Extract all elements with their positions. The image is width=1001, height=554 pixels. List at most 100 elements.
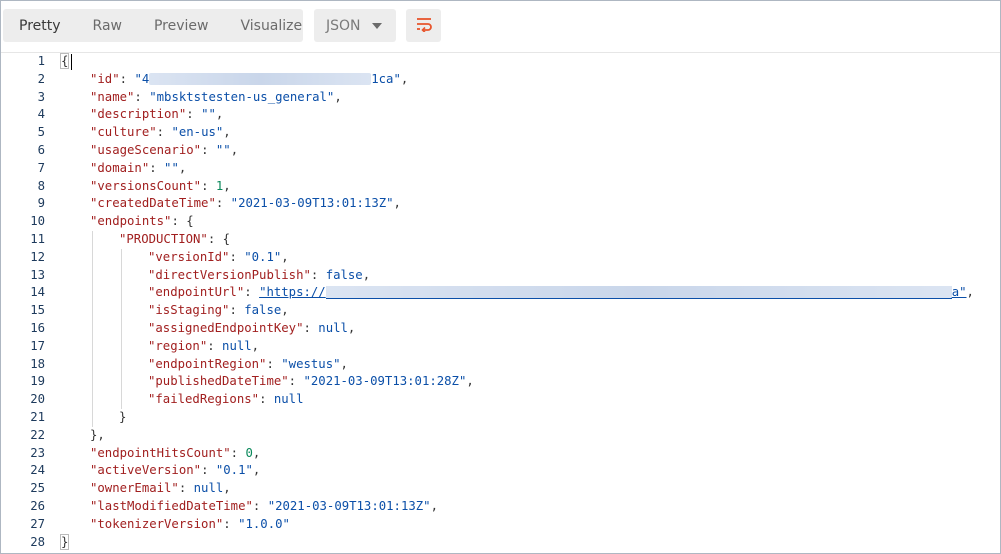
json-value: "" xyxy=(164,160,179,175)
tab-visualize[interactable]: Visualize xyxy=(224,9,318,42)
json-key: "culture" xyxy=(90,125,157,140)
json-bracket: { xyxy=(59,53,70,69)
json-line: } xyxy=(119,409,126,427)
json-value-suffix: 1ca" xyxy=(371,71,401,86)
json-key: "endpoints" xyxy=(90,214,172,229)
json-punctuation: , xyxy=(223,178,231,193)
json-key: "description" xyxy=(90,107,187,122)
line-number: 4 xyxy=(37,107,45,122)
line-number: 28 xyxy=(30,534,45,549)
json-value: null xyxy=(222,338,252,353)
json-key: "versionId" xyxy=(148,249,230,264)
json-value: "westus" xyxy=(281,356,341,371)
json-key: "ownerEmail" xyxy=(90,481,179,496)
json-punctuation: , xyxy=(230,143,239,157)
tab-preview[interactable]: Preview xyxy=(138,9,225,42)
view-mode-tabs: Pretty Raw Preview Visualize xyxy=(3,9,303,42)
json-value: "" xyxy=(215,143,231,157)
json-value: null xyxy=(273,392,304,407)
json-punctuation: , xyxy=(400,71,409,86)
line-number: 12 xyxy=(30,249,45,264)
json-key: "region" xyxy=(148,338,208,353)
json-line: "versionId": "0.1", xyxy=(148,249,289,264)
wrap-lines-button[interactable] xyxy=(406,9,441,42)
json-key: "endpointRegion" xyxy=(148,356,267,371)
json-key: "tokenizerVersion" xyxy=(90,516,224,531)
json-bracket: } xyxy=(59,533,70,550)
line-number: 8 xyxy=(37,178,45,193)
json-value: false xyxy=(325,267,363,282)
json-line: "region": null, xyxy=(148,338,260,353)
json-value: "en-us" xyxy=(171,125,224,140)
json-line: "failedRegions": null xyxy=(148,392,304,407)
json-line: } xyxy=(59,533,70,552)
line-number: 3 xyxy=(37,89,45,104)
line-number: 17 xyxy=(30,338,45,353)
json-key: "domain" xyxy=(90,160,150,175)
json-value: { xyxy=(186,214,194,229)
json-value: 0 xyxy=(245,445,253,460)
json-line: "culture": "en-us", xyxy=(90,125,231,140)
json-line: "assignedEndpointKey": null, xyxy=(148,321,356,335)
json-key: "publishedDateTime" xyxy=(148,374,289,389)
text-cursor xyxy=(71,54,72,70)
json-punctuation: , xyxy=(466,374,474,389)
tab-pretty[interactable]: Pretty xyxy=(3,9,77,42)
chevron-down-icon xyxy=(372,22,382,29)
json-value: "2021-03-09T13:01:13Z" xyxy=(267,499,431,513)
line-number: 23 xyxy=(30,445,45,460)
format-dropdown[interactable]: JSON xyxy=(314,9,396,42)
json-key: "createdDateTime" xyxy=(90,196,216,211)
json-line: "ownerEmail": null, xyxy=(90,481,231,496)
line-number: 26 xyxy=(30,499,45,513)
json-punctuation: , xyxy=(362,267,371,282)
json-key: "endpointHitsCount" xyxy=(90,445,231,460)
json-key: "name" xyxy=(90,89,135,104)
json-line: "PRODUCTION": { xyxy=(119,232,231,246)
json-value[interactable]: "https:// xyxy=(259,285,326,299)
json-key: "isStaging" xyxy=(148,303,230,318)
json-key: "PRODUCTION" xyxy=(119,232,208,246)
response-toolbar: Pretty Raw Preview Visualize JSON xyxy=(1,1,1000,51)
json-key: "id" xyxy=(90,71,120,86)
json-line: "publishedDateTime": "2021-03-09T13:01:2… xyxy=(148,374,474,389)
format-dropdown-label: JSON xyxy=(326,17,361,34)
json-line: "usageScenario": "", xyxy=(90,143,239,157)
line-number: 21 xyxy=(30,410,45,424)
line-number: 10 xyxy=(30,214,45,229)
json-line: "endpointHitsCount": 0, xyxy=(90,445,261,460)
json-punctuation: , xyxy=(393,196,401,211)
json-line: "isStaging": false, xyxy=(148,303,289,318)
json-line: "name": "mbsktstesten-us_general", xyxy=(90,89,342,104)
json-value: { xyxy=(222,232,231,246)
json-line: "activeVersion": "0.1", xyxy=(90,463,261,478)
line-number: 9 xyxy=(37,196,45,211)
json-value: "mbsktstesten-us_general" xyxy=(149,89,335,104)
tab-raw[interactable]: Raw xyxy=(77,9,138,42)
json-punctuation: , xyxy=(223,481,231,496)
json-punctuation: , xyxy=(97,427,105,442)
line-number: 15 xyxy=(30,303,45,318)
json-line: "description": "", xyxy=(90,107,224,122)
json-key: "lastModifiedDateTime" xyxy=(90,499,253,513)
json-line: "endpointUrl": "https://a", xyxy=(148,285,974,300)
json-key: "usageScenario" xyxy=(90,143,202,157)
line-number: 2 xyxy=(37,71,45,86)
json-value: "0.1" xyxy=(215,463,253,478)
wrap-lines-icon xyxy=(415,16,433,36)
json-punctuation: , xyxy=(340,356,348,371)
json-punctuation: , xyxy=(334,89,342,104)
json-line: "tokenizerVersion": "1.0.0" xyxy=(90,516,290,531)
line-number: 11 xyxy=(30,232,45,246)
json-punctuation: , xyxy=(281,303,289,318)
line-number: 20 xyxy=(30,392,45,407)
json-line: "versionsCount": 1, xyxy=(90,178,231,193)
line-number: 16 xyxy=(30,321,45,335)
json-editor[interactable]: 1 2 3 4 5 6 7 8 9 10 11 12 13 14 15 16 17 18 19 20 21 22 23 24 2… xyxy=(1,53,1000,553)
json-key: "directVersionPublish" xyxy=(148,267,311,282)
json-line: "endpoints": { xyxy=(90,214,194,229)
line-number: 27 xyxy=(30,516,45,531)
json-value: "" xyxy=(201,107,216,122)
json-line: { xyxy=(59,53,70,71)
indent-guide xyxy=(92,231,93,427)
